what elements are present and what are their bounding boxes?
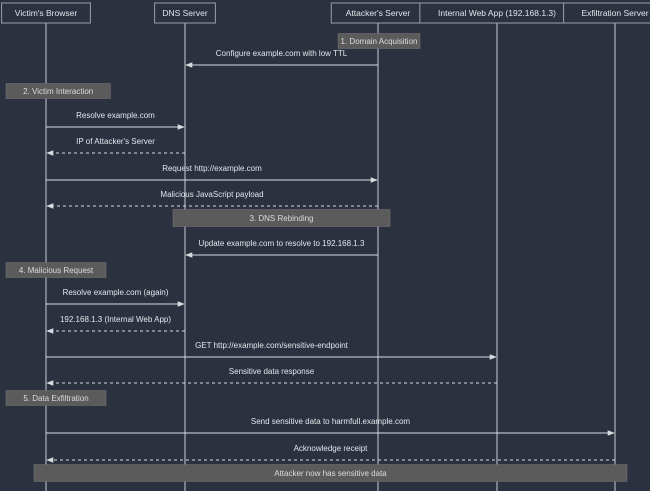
participant-label-attacker: Attacker's Server <box>346 8 411 18</box>
message-label: Resolve example.com (again) <box>63 288 169 297</box>
sequence-diagram: Victim's Browser DNS Server Attacker's Ser… <box>1 2 650 491</box>
participant-label-exfil: Exfiltration Server <box>581 8 648 18</box>
message-label: 192.168.1.3 (Internal Web App) <box>60 315 171 324</box>
participant-label-victim: Victim's Browser <box>15 8 78 18</box>
note-label: 2. Victim Interaction <box>23 87 93 96</box>
message-label: Request http://example.com <box>162 164 262 173</box>
participant-headers: Victim's Browser DNS Server Attacker's Ser… <box>1 2 650 24</box>
message-label: Sensitive data response <box>229 367 315 376</box>
participant-label-dns: DNS Server <box>162 8 208 18</box>
message-label: Malicious JavaScript payload <box>160 190 263 199</box>
message-label: Resolve example.com <box>76 111 155 120</box>
note-label: 3. DNS Rebinding <box>249 214 313 223</box>
note-label: 1. Domain Acquisition <box>341 37 418 46</box>
message-label: IP of Attacker's Server <box>76 137 155 146</box>
events: 1. Domain Acquisition Configure example.c… <box>5 33 628 482</box>
message-label: GET http://example.com/sensitive-endpoin… <box>195 341 349 350</box>
note-label: 5. Data Exfiltration <box>23 394 88 403</box>
note-label: Attacker now has sensitive data <box>274 469 387 478</box>
message-label: Update example.com to resolve to 192.168… <box>199 239 365 248</box>
message-label: Configure example.com with low TTL <box>216 49 348 58</box>
message-label: Send sensitive data to harmfull.example.… <box>251 417 411 426</box>
participant-label-internal: Internal Web App (192.168.1.3) <box>438 8 556 18</box>
message-label: Acknowledge receipt <box>294 444 369 453</box>
note-label: 4. Malicious Request <box>19 266 94 275</box>
